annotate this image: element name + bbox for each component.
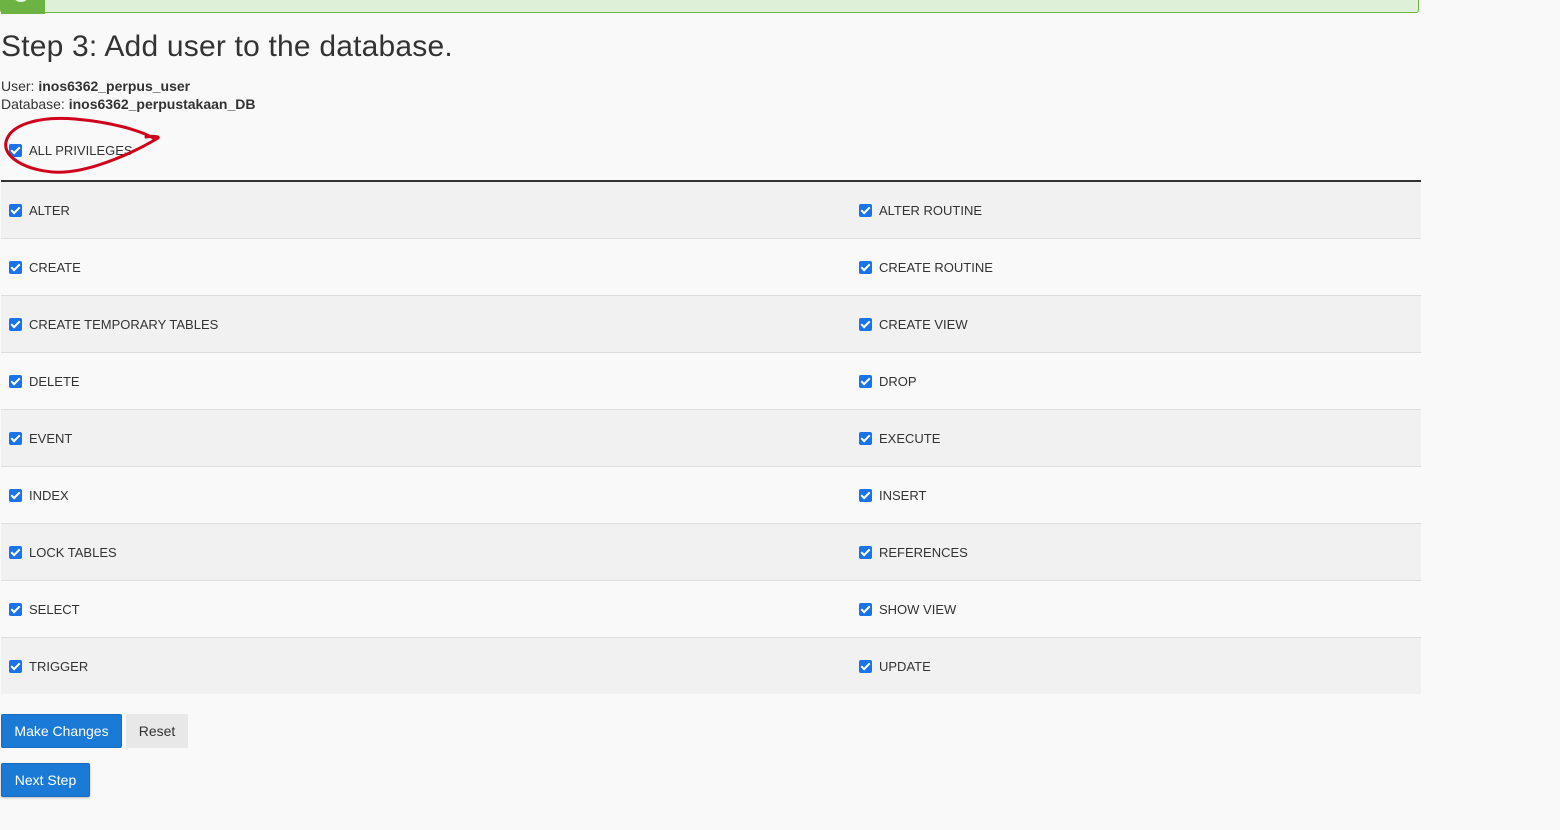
table-row: SELECT SHOW VIEW [1, 581, 1421, 638]
privilege-checkbox[interactable]: CREATE VIEW [851, 317, 968, 332]
checkbox-checked-icon[interactable] [859, 260, 872, 274]
database-info: Database: inos6362_perpustakaan_DB [1, 96, 255, 112]
user-value: inos6362_perpus_user [38, 78, 191, 94]
privilege-label: UPDATE [879, 658, 931, 674]
page-title: Step 3: Add user to the database. [1, 30, 453, 63]
table-row: TRIGGER UPDATE [1, 638, 1421, 694]
table-row: CREATE TEMPORARY TABLES CREATE VIEW [1, 296, 1421, 353]
checkbox-checked-icon[interactable] [859, 203, 872, 217]
privilege-checkbox[interactable]: EVENT [1, 431, 851, 446]
privilege-label: CREATE TEMPORARY TABLES [29, 316, 219, 332]
checkbox-checked-icon[interactable] [859, 374, 872, 388]
privilege-checkbox[interactable]: SHOW VIEW [851, 602, 956, 617]
privilege-label: TRIGGER [29, 658, 89, 674]
checkbox-checked-icon[interactable] [9, 602, 22, 616]
privilege-checkbox[interactable]: INDEX [1, 488, 851, 503]
checkbox-checked-icon[interactable] [9, 374, 22, 388]
privilege-label: INDEX [29, 487, 69, 503]
all-privileges-checkbox[interactable]: ALL PRIVILEGES [9, 143, 133, 158]
success-icon [1, 0, 45, 14]
privilege-label: LOCK TABLES [29, 544, 117, 560]
checkbox-checked-icon[interactable] [9, 545, 22, 559]
table-row: LOCK TABLES REFERENCES [1, 524, 1421, 581]
privilege-label: DROP [879, 373, 917, 389]
reset-button[interactable]: Reset [126, 714, 188, 748]
checkbox-checked-icon[interactable] [9, 488, 22, 502]
checkbox-checked-icon[interactable] [859, 431, 872, 445]
privilege-label: DELETE [29, 373, 80, 389]
checkbox-checked-icon[interactable] [859, 659, 872, 673]
table-row: DELETE DROP [1, 353, 1421, 410]
privilege-label: REFERENCES [879, 544, 968, 560]
database-value: inos6362_perpustakaan_DB [68, 96, 256, 112]
privilege-checkbox[interactable]: INSERT [851, 488, 926, 503]
user-label: User: [1, 78, 35, 94]
success-alert [0, 0, 1419, 14]
privilege-checkbox[interactable]: SELECT [1, 602, 851, 617]
privilege-label: INSERT [879, 487, 927, 503]
privilege-checkbox[interactable]: ALTER [1, 203, 851, 218]
privilege-label: SELECT [29, 601, 80, 617]
checkbox-checked-icon[interactable] [859, 545, 872, 559]
privilege-label: SHOW VIEW [879, 601, 957, 617]
privilege-checkbox[interactable]: UPDATE [851, 659, 931, 674]
privilege-checkbox[interactable]: CREATE [1, 260, 851, 275]
make-changes-button[interactable]: Make Changes [1, 714, 122, 748]
privilege-label: EXECUTE [879, 430, 941, 446]
checkbox-checked-icon[interactable] [9, 317, 22, 331]
checkbox-checked-icon[interactable] [9, 203, 22, 217]
table-row: EVENT EXECUTE [1, 410, 1421, 467]
table-row: CREATE CREATE ROUTINE [1, 239, 1421, 296]
privilege-label: EVENT [29, 430, 73, 446]
database-label: Database: [1, 96, 65, 112]
user-info: User: inos6362_perpus_user [1, 78, 190, 94]
privilege-checkbox[interactable]: CREATE ROUTINE [851, 260, 993, 275]
privilege-label: ALTER [29, 202, 70, 218]
table-row: ALTER ALTER ROUTINE [1, 182, 1421, 239]
privilege-label: CREATE [29, 259, 81, 275]
privilege-checkbox[interactable]: REFERENCES [851, 545, 968, 560]
checkbox-checked-icon[interactable] [9, 659, 22, 673]
privileges-table: ALTER ALTER ROUTINE CREATE CREATE ROUTINE CR… [1, 180, 1421, 694]
next-step-button[interactable]: Next Step [1, 763, 90, 797]
privilege-checkbox[interactable]: DELETE [1, 374, 851, 389]
checkbox-checked-icon[interactable] [859, 317, 872, 331]
privilege-checkbox[interactable]: EXECUTE [851, 431, 940, 446]
privilege-label: CREATE VIEW [879, 316, 968, 332]
privilege-checkbox[interactable]: TRIGGER [1, 659, 851, 674]
privilege-checkbox[interactable]: DROP [851, 374, 917, 389]
privilege-checkbox[interactable]: CREATE TEMPORARY TABLES [1, 317, 851, 332]
privilege-checkbox[interactable]: LOCK TABLES [1, 545, 851, 560]
table-row: INDEX INSERT [1, 467, 1421, 524]
privilege-label: CREATE ROUTINE [879, 259, 993, 275]
checkbox-checked-icon[interactable] [9, 431, 22, 445]
checkbox-checked-icon[interactable] [9, 144, 22, 157]
all-privileges-label: ALL PRIVILEGES [29, 143, 133, 158]
checkbox-checked-icon[interactable] [9, 260, 22, 274]
privilege-label: ALTER ROUTINE [879, 202, 983, 218]
checkbox-checked-icon[interactable] [859, 488, 872, 502]
checkbox-checked-icon[interactable] [859, 602, 872, 616]
privilege-checkbox[interactable]: ALTER ROUTINE [851, 203, 982, 218]
